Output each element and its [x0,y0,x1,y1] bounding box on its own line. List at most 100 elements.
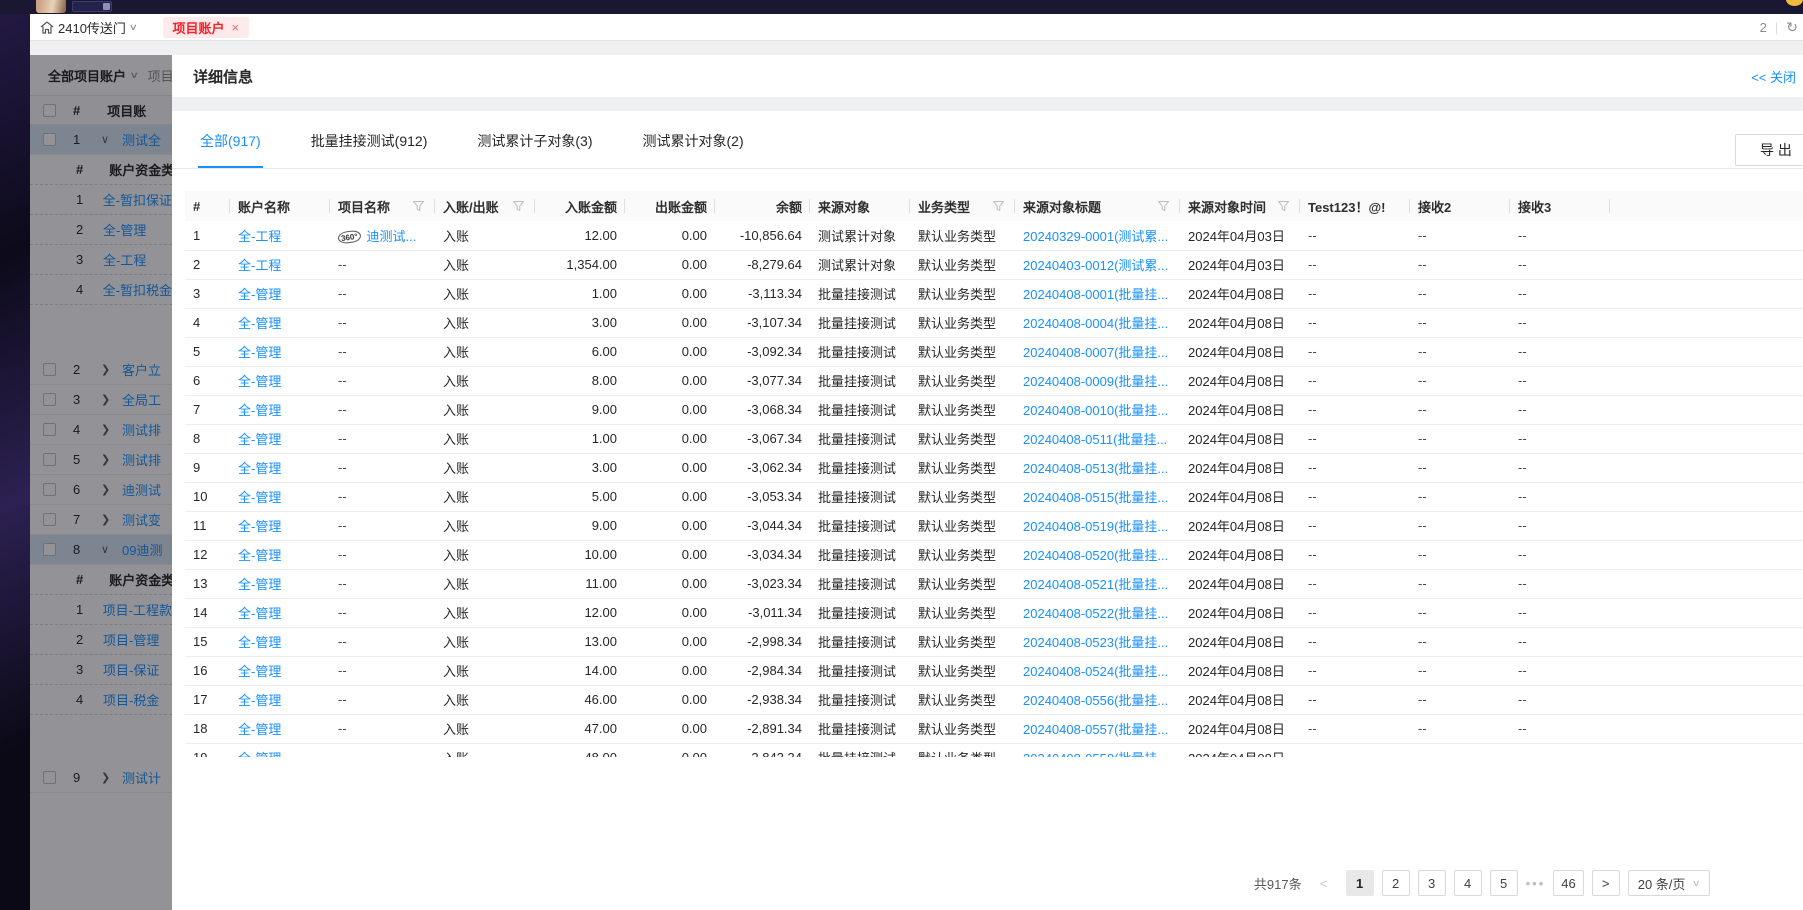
project-link[interactable]: 测试排 [122,420,161,439]
account-link[interactable]: 全-管理 [238,345,281,360]
sidebar-project-row[interactable]: 9❯测试计 [30,763,172,793]
account-link[interactable]: 全-管理 [238,316,281,331]
filter-icon[interactable] [1278,201,1289,212]
account-link[interactable]: 全-管理 [238,664,281,679]
refresh-icon[interactable]: ↻ [1786,19,1798,36]
account-link[interactable]: 全-管理 [238,751,281,757]
project-link[interactable]: 测试计 [122,768,161,787]
account-link[interactable]: 项目-保证 [103,660,159,679]
project-link[interactable]: 全局工 [122,390,161,409]
page-button-3[interactable]: 3 [1418,870,1446,896]
chevron-right-icon[interactable]: ❯ [101,423,114,436]
row-checkbox[interactable] [43,133,56,146]
account-link[interactable]: 全-工程 [238,258,281,273]
chevron-down-icon[interactable]: ∨ [101,133,114,146]
chevron-right-icon[interactable]: ❯ [101,513,114,526]
row-checkbox[interactable] [43,453,56,466]
account-link[interactable]: 全-管理 [238,490,281,505]
close-tab-icon[interactable]: × [232,20,240,35]
source-title-link[interactable]: 20240408-0521(批量挂... [1023,577,1168,592]
source-title-link[interactable]: 20240408-0511(批量挂... [1023,432,1167,447]
sidebar-account-row[interactable]: 4全-暂扣税金 [30,275,172,305]
tab-1[interactable]: 批量挂接测试(912) [309,131,430,168]
chevron-right-icon[interactable]: ❯ [101,771,114,784]
chevron-down-icon[interactable]: ∨ [101,543,114,556]
project-link[interactable]: 测试全 [122,130,161,149]
row-checkbox[interactable] [43,543,56,556]
account-link[interactable]: 全-管理 [238,722,281,737]
account-link[interactable]: 项目-管理 [103,630,159,649]
account-link[interactable]: 全-暂扣保证 [103,190,172,209]
page-size-select[interactable]: 20 条/页 ∨ [1628,870,1710,896]
account-link[interactable]: 项目-工程款 [103,600,172,619]
source-title-link[interactable]: 20240408-0520(批量挂... [1023,548,1168,563]
project-link[interactable]: 客户立 [122,360,161,379]
account-link[interactable]: 全-管理 [238,693,281,708]
chevron-right-icon[interactable]: ❯ [101,483,114,496]
sidebar-account-row[interactable]: 4项目-税金 [30,685,172,715]
source-title-link[interactable]: 20240408-0524(批量挂... [1023,664,1168,679]
source-title-link[interactable]: 20240403-0012(测试累... [1023,258,1168,273]
page-button-1[interactable]: 1 [1346,870,1374,896]
tab-project-account[interactable]: 项目账户 × [163,17,250,38]
row-checkbox[interactable] [43,393,56,406]
row-checkbox[interactable] [43,483,56,496]
project-link[interactable]: 测试变 [122,510,161,529]
sidebar-project-row[interactable]: 6❯迪测试 [30,475,172,505]
tab-2[interactable]: 测试累计子对象(3) [475,131,594,168]
filter-icon[interactable] [993,201,1004,212]
source-title-link[interactable]: 20240408-0513(批量挂... [1023,461,1168,476]
project-link[interactable]: 迪测试... [367,229,417,244]
source-title-link[interactable]: 20240408-0004(批量挂... [1023,316,1168,331]
source-title-link[interactable]: 20240408-0515(批量挂... [1023,490,1168,505]
row-checkbox[interactable] [43,423,56,436]
sidebar-project-row[interactable]: 3❯全局工 [30,385,172,415]
source-title-link[interactable]: 20240408-0558(批量挂... [1023,751,1168,757]
page-button-4[interactable]: 4 [1454,870,1482,896]
page-button-5[interactable]: 5 [1490,870,1518,896]
account-link[interactable]: 全-管理 [238,287,281,302]
source-title-link[interactable]: 20240408-0009(批量挂... [1023,374,1168,389]
sidebar-account-row[interactable]: 2全-管理 [30,215,172,245]
notification-count[interactable]: 2 [1760,20,1767,35]
row-checkbox[interactable] [43,513,56,526]
sidebar-account-row[interactable]: 3项目-保证 [30,655,172,685]
chevron-right-icon[interactable]: ❯ [101,363,114,376]
sidebar-account-row[interactable]: 1项目-工程款 [30,595,172,625]
filter-icon[interactable] [1158,201,1169,212]
prev-page-button[interactable]: < [1310,870,1338,896]
select-all-checkbox[interactable] [43,104,56,117]
account-link[interactable]: 全-管理 [103,220,146,239]
account-link[interactable]: 全-管理 [238,374,281,389]
account-link[interactable]: 全-暂扣税金 [103,280,172,299]
source-title-link[interactable]: 20240408-0522(批量挂... [1023,606,1168,621]
account-link[interactable]: 全-工程 [103,250,146,269]
sidebar-title[interactable]: 全部项目账户 [48,66,126,85]
project-link[interactable]: 迪测试 [122,480,161,499]
source-title-link[interactable]: 20240408-0556(批量挂... [1023,693,1168,708]
sidebar-account-row[interactable]: 1全-暂扣保证 [30,185,172,215]
sidebar-project-row[interactable]: 7❯测试变 [30,505,172,535]
account-link[interactable]: 全-工程 [238,229,281,244]
account-link[interactable]: 全-管理 [238,577,281,592]
source-title-link[interactable]: 20240408-0523(批量挂... [1023,635,1168,650]
sidebar-project-row[interactable]: 5❯测试排 [30,445,172,475]
home-menu[interactable]: 2410传送门 ∨ [40,18,137,37]
account-link[interactable]: 全-管理 [238,403,281,418]
sidebar-account-row[interactable]: 2项目-管理 [30,625,172,655]
account-link[interactable]: 全-管理 [238,432,281,447]
chrome-search-input[interactable] [72,1,112,12]
sidebar-project-row[interactable]: 4❯测试排 [30,415,172,445]
source-title-link[interactable]: 20240408-0519(批量挂... [1023,519,1168,534]
chevron-right-icon[interactable]: ❯ [101,453,114,466]
project-link[interactable]: 测试排 [122,450,161,469]
avatar[interactable] [36,0,66,13]
source-title-link[interactable]: 20240408-0007(批量挂... [1023,345,1168,360]
account-link[interactable]: 全-管理 [238,635,281,650]
account-link[interactable]: 全-管理 [238,519,281,534]
sidebar-project-row[interactable]: 2❯客户立 [30,355,172,385]
source-title-link[interactable]: 20240408-0010(批量挂... [1023,403,1168,418]
tab-0[interactable]: 全部(917) [198,131,263,168]
sidebar-project-row[interactable]: 1∨测试全 [30,125,172,155]
sidebar-account-row[interactable]: 3全-工程 [30,245,172,275]
